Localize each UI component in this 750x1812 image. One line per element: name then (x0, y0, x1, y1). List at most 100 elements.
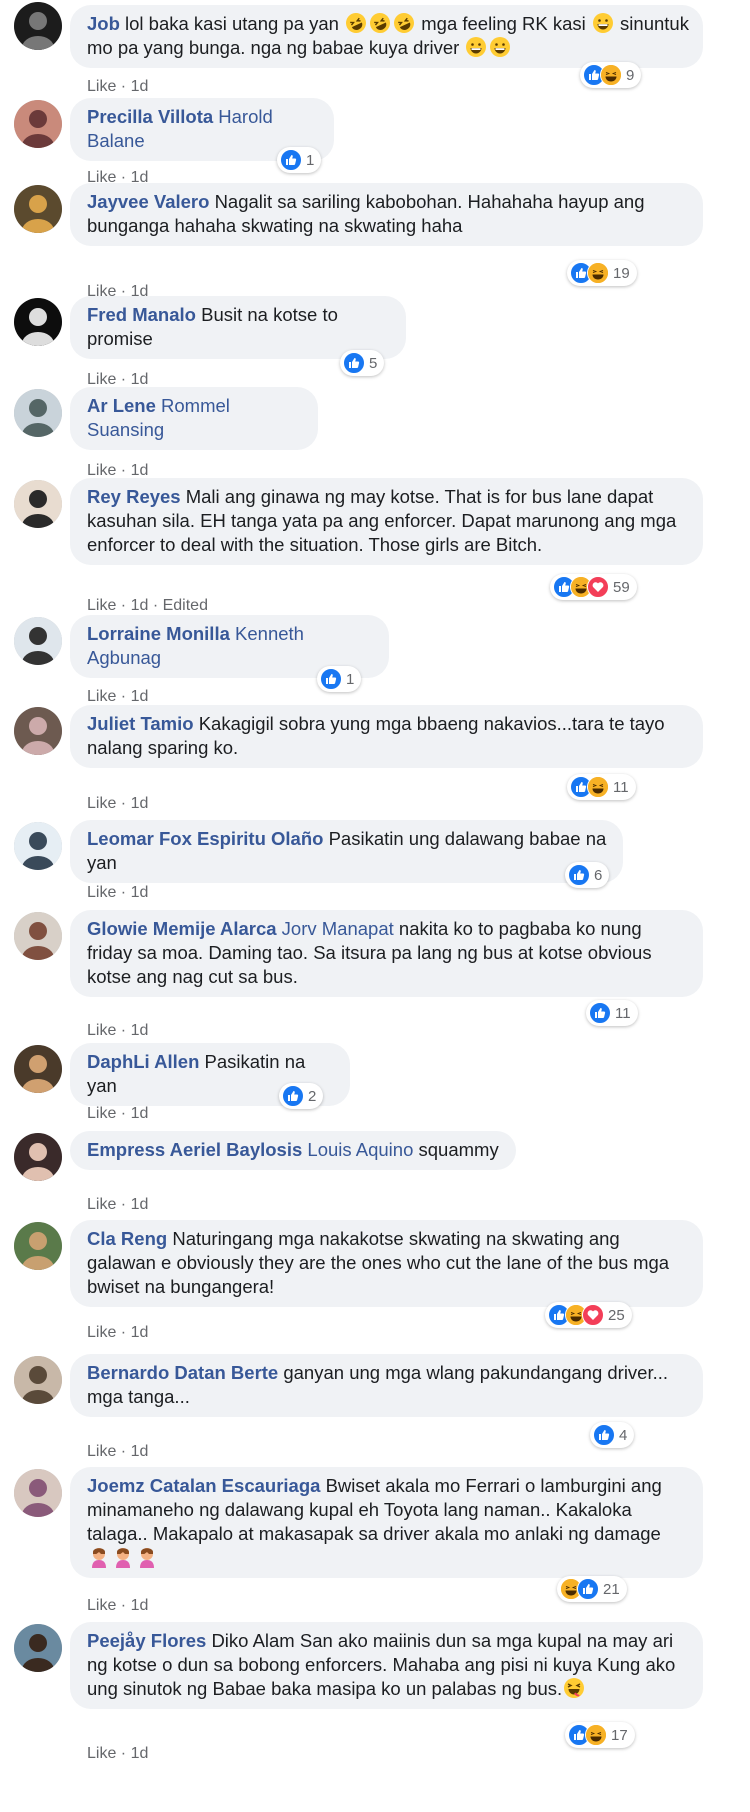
like-button[interactable]: Like (87, 795, 116, 812)
comment-author-link[interactable]: Bernardo Datan Berte (87, 1362, 278, 1383)
reaction-summary[interactable]: 11 (586, 1000, 638, 1026)
timestamp[interactable]: 1d (131, 1597, 149, 1614)
timestamp[interactable]: 1d (131, 462, 149, 479)
comment-actions: Like · 1d (87, 1022, 149, 1039)
avatar[interactable] (14, 100, 62, 148)
reaction-summary[interactable]: 5 (340, 350, 385, 376)
reaction-count: 4 (619, 1426, 628, 1444)
avatar[interactable] (14, 912, 62, 960)
reaction-icons (548, 1304, 604, 1326)
comment-author-link[interactable]: Rey Reyes (87, 486, 181, 507)
avatar[interactable] (14, 617, 62, 665)
like-button[interactable]: Like (87, 1443, 116, 1460)
haha-reaction-icon (587, 262, 609, 284)
comment-actions: Like · 1d (87, 1324, 149, 1341)
grin-emoji-icon (592, 12, 614, 34)
like-button[interactable]: Like (87, 1324, 116, 1341)
avatar[interactable] (14, 1222, 62, 1270)
comment-author-link[interactable]: Cla Reng (87, 1228, 167, 1249)
comment-author-link[interactable]: Precilla Villota (87, 106, 213, 127)
haha-reaction-icon (587, 776, 609, 798)
reaction-count: 25 (608, 1306, 625, 1324)
mention-link[interactable]: Louis Aquino (307, 1139, 413, 1160)
edited-label[interactable]: Edited (163, 597, 208, 614)
avatar[interactable] (14, 185, 62, 233)
reaction-summary[interactable]: 1 (277, 147, 322, 173)
avatar[interactable] (14, 1045, 62, 1093)
like-reaction-icon (593, 1424, 615, 1446)
comment-actions: Like · 1d (87, 1196, 149, 1213)
avatar[interactable] (14, 2, 62, 50)
comment-author-link[interactable]: Fred Manalo (87, 304, 196, 325)
like-button[interactable]: Like (87, 884, 116, 901)
avatar[interactable] (14, 1133, 62, 1181)
reaction-summary[interactable]: 21 (557, 1576, 627, 1602)
reaction-summary[interactable]: 2 (279, 1083, 324, 1109)
reaction-summary[interactable]: 19 (567, 260, 637, 286)
timestamp[interactable]: 1d (131, 1324, 149, 1341)
reaction-summary[interactable]: 25 (545, 1302, 632, 1328)
timestamp[interactable]: 1d (131, 1105, 149, 1122)
timestamp[interactable]: 1d (131, 371, 149, 388)
reaction-summary[interactable]: 11 (567, 774, 636, 800)
reaction-summary[interactable]: 9 (580, 62, 642, 88)
timestamp[interactable]: 1d (131, 1443, 149, 1460)
comment-author-link[interactable]: Leomar Fox Espiritu Olaño (87, 828, 323, 849)
like-reaction-icon (282, 1085, 304, 1107)
reaction-icons (593, 1424, 615, 1446)
reaction-summary[interactable]: 1 (317, 666, 362, 692)
timestamp[interactable]: 1d (131, 597, 149, 614)
timestamp[interactable]: 1d (131, 795, 149, 812)
timestamp[interactable]: 1d (131, 884, 149, 901)
timestamp[interactable]: 1d (131, 78, 149, 95)
comment-bubble: Peejåy Flores Diko Alam San ako maiinis … (70, 1622, 703, 1709)
like-reaction-icon (568, 864, 590, 886)
reaction-summary[interactable]: 17 (565, 1722, 635, 1748)
avatar[interactable] (14, 480, 62, 528)
avatar[interactable] (14, 822, 62, 870)
avatar[interactable] (14, 298, 62, 346)
like-button[interactable]: Like (87, 1022, 116, 1039)
comment-author-link[interactable]: Glowie Memije Alarca (87, 918, 277, 939)
avatar[interactable] (14, 707, 62, 755)
comment-author-link[interactable]: Juliet Tamio (87, 713, 194, 734)
reaction-count: 11 (615, 1004, 631, 1022)
comment-author-link[interactable]: Lorraine Monilla (87, 623, 230, 644)
like-reaction-icon (320, 668, 342, 690)
comment-actions: Like · 1d (87, 795, 149, 812)
avatar[interactable] (14, 1469, 62, 1517)
avatar[interactable] (14, 389, 62, 437)
avatar[interactable] (14, 1624, 62, 1672)
timestamp[interactable]: 1d (131, 1196, 149, 1213)
comment-author-link[interactable]: Peejåy Flores (87, 1630, 206, 1651)
avatar[interactable] (14, 1356, 62, 1404)
reaction-summary[interactable]: 4 (590, 1422, 635, 1448)
like-button[interactable]: Like (87, 78, 116, 95)
like-button[interactable]: Like (87, 371, 116, 388)
comment-author-link[interactable]: Ar Lene (87, 395, 156, 416)
comment-author-link[interactable]: Joemz Catalan Escauriaga (87, 1475, 320, 1496)
comment-author-link[interactable]: DaphLi Allen (87, 1051, 199, 1072)
like-button[interactable]: Like (87, 462, 116, 479)
reaction-icons (583, 64, 622, 86)
like-button[interactable]: Like (87, 1105, 116, 1122)
timestamp[interactable]: 1d (131, 1022, 149, 1039)
reaction-count: 5 (369, 354, 378, 372)
like-button[interactable]: Like (87, 1745, 116, 1762)
comment-author-link[interactable]: Empress Aeriel Baylosis (87, 1139, 302, 1160)
mention-link[interactable]: Jorv Manapat (282, 918, 394, 939)
comment-bubble: Juliet Tamio Kakagigil sobra yung mga bb… (70, 705, 703, 768)
reaction-summary[interactable]: 6 (565, 862, 610, 888)
timestamp[interactable]: 1d (131, 1745, 149, 1762)
comment-text-part: mga feeling RK kasi (416, 13, 591, 34)
like-button[interactable]: Like (87, 1196, 116, 1213)
comment-bubble: Jayvee Valero Nagalit sa sariling kabobo… (70, 183, 703, 246)
like-button[interactable]: Like (87, 1597, 116, 1614)
comment-author-link[interactable]: Jayvee Valero (87, 191, 209, 212)
facepalm-emoji-icon (112, 1546, 134, 1568)
like-button[interactable]: Like (87, 688, 116, 705)
reaction-summary[interactable]: 59 (550, 574, 637, 600)
timestamp[interactable]: 1d (131, 688, 149, 705)
like-button[interactable]: Like (87, 597, 116, 614)
comment-author-link[interactable]: Job (87, 13, 120, 34)
